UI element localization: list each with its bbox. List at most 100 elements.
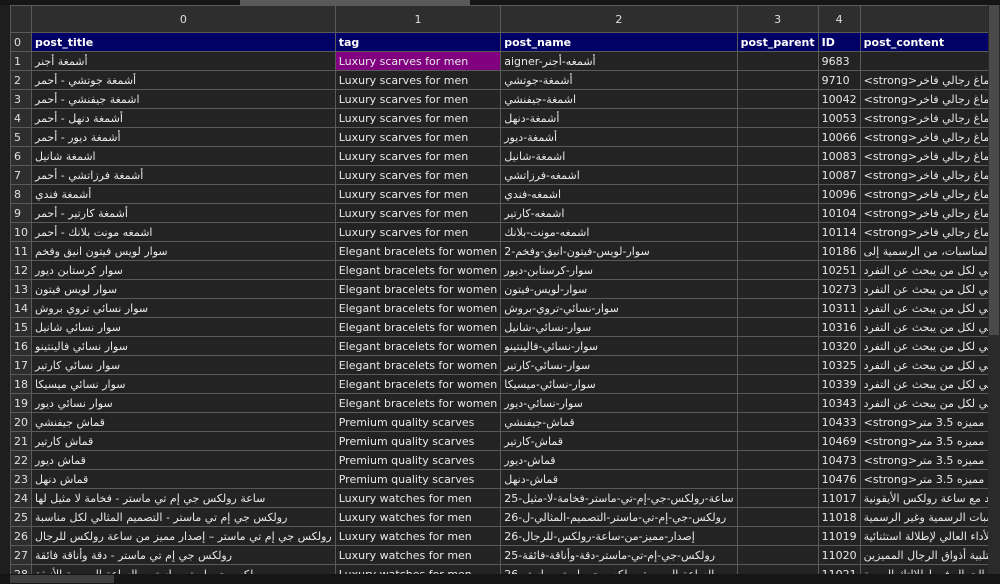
- table-cell[interactable]: 10083: [817, 146, 861, 166]
- row-index[interactable]: 4: [10, 108, 32, 128]
- scrollbar-thumb[interactable]: [10, 575, 114, 583]
- table-cell[interactable]: الخيار المثالي لكل من يبحث عن التفرد: [859, 260, 988, 280]
- table-cell[interactable]: 11018: [817, 507, 861, 527]
- table-cell[interactable]: سوار-نسائي-فالينتينو: [500, 336, 738, 356]
- row-index[interactable]: 19: [10, 393, 32, 413]
- table-cell[interactable]: <strong>شماغ رجالي فاخر</strong>: [859, 222, 988, 242]
- table-cell[interactable]: سوار نسائي كارتير: [31, 355, 336, 375]
- table-cell[interactable]: Elegant bracelets for women: [334, 336, 502, 356]
- table-cell[interactable]: Elegant bracelets for women: [334, 374, 502, 394]
- table-cell[interactable]: رولكس جي إم تي ماستر – إصدار مميز من ساع…: [31, 526, 336, 546]
- table-cell[interactable]: اشمغه مونت بلانك - أحمر: [31, 222, 336, 242]
- corner-cell[interactable]: [10, 5, 32, 33]
- table-cell[interactable]: سوار نسائي تروي بروش: [31, 298, 336, 318]
- table-cell[interactable]: <strong>قطعه قماش مميزه 3.5 متر: [859, 469, 988, 489]
- header-cell-tag[interactable]: tag: [334, 32, 502, 52]
- table-cell[interactable]: <strong>شماغ رجالي فاخر</strong>: [859, 127, 988, 147]
- table-cell[interactable]: 10316: [817, 317, 861, 337]
- table-cell[interactable]: اشمغة-شانيل: [500, 146, 738, 166]
- table-cell[interactable]: <strong>قطعه قماش مميزه 3.5 متر: [859, 450, 988, 470]
- table-cell[interactable]: Luxury scarves for men: [334, 165, 502, 185]
- table-cell[interactable]: أشمغة-دنهل: [500, 108, 738, 128]
- table-cell[interactable]: أشمغة-جوتشي: [500, 70, 738, 90]
- table-cell[interactable]: اشمغه-فندي: [500, 184, 738, 204]
- vertical-scrollbar[interactable]: [988, 5, 1000, 574]
- table-cell[interactable]: سوار لويس فيتون: [31, 279, 336, 299]
- table-cell[interactable]: Elegant bracelets for women: [334, 241, 502, 261]
- table-cell[interactable]: Elegant bracelets for women: [334, 355, 502, 375]
- table-cell[interactable]: الفخامة والأداء العالي لإطلالة استثنائية: [859, 526, 988, 546]
- row-index[interactable]: 20: [10, 412, 32, 432]
- table-cell[interactable]: Luxury scarves for men: [334, 146, 502, 166]
- table-cell[interactable]: أشمغة ديور - أحمر: [31, 127, 336, 147]
- table-cell[interactable]: Elegant bracelets for women: [334, 279, 502, 299]
- row-index[interactable]: 11: [10, 241, 32, 261]
- table-cell[interactable]: <strong>قطعه قماش مميزه 3.5 متر: [859, 412, 988, 432]
- table-cell[interactable]: <strong>شماغ رجالي فاخر</strong>: [859, 70, 988, 90]
- header-cell-post-name[interactable]: post_name: [500, 32, 738, 52]
- table-cell[interactable]: <strong>شماغ رجالي فاخر</strong>: [859, 108, 988, 128]
- table-cell[interactable]: 10066: [817, 127, 861, 147]
- table-cell[interactable]: 11017: [817, 488, 861, 508]
- table-cell[interactable]: [736, 146, 819, 166]
- table-cell[interactable]: Luxury scarves for men: [334, 203, 502, 223]
- table-cell[interactable]: سوار كرستابن ديور: [31, 260, 336, 280]
- table-cell[interactable]: [736, 355, 819, 375]
- table-cell[interactable]: 10251: [817, 260, 861, 280]
- table-cell[interactable]: سوار نسائي ميسيكا: [31, 374, 336, 394]
- table-cell[interactable]: [736, 431, 819, 451]
- column-number[interactable]: 3: [736, 5, 819, 33]
- table-cell[interactable]: 10433: [817, 412, 861, 432]
- table-cell[interactable]: <strong>قطعه قماش مميزه 3.5 متر: [859, 431, 988, 451]
- row-index[interactable]: 12: [10, 260, 32, 280]
- table-cell[interactable]: [736, 317, 819, 337]
- table-cell[interactable]: 10104: [817, 203, 861, 223]
- table-cell[interactable]: قماش ديور: [31, 450, 336, 470]
- table-cell[interactable]: 10114: [817, 222, 861, 242]
- row-index[interactable]: 16: [10, 336, 32, 356]
- table-cell[interactable]: Luxury scarves for men: [334, 70, 502, 90]
- table-cell[interactable]: [736, 374, 819, 394]
- table-cell[interactable]: Luxury scarves for men: [334, 127, 502, 147]
- table-cell[interactable]: Premium quality scarves: [334, 412, 502, 432]
- table-cell[interactable]: 10469: [817, 431, 861, 451]
- table-cell[interactable]: رولكس-جي-إم-تي-ماستر-دقة-وأناقة-فائقة-25: [500, 545, 738, 565]
- table-cell[interactable]: [736, 545, 819, 565]
- table-cell[interactable]: ساعة-رولكس-جي-إم-تي-ماستر-فخامة-لا-مثيل-…: [500, 488, 738, 508]
- row-index[interactable]: 18: [10, 374, 32, 394]
- table-cell[interactable]: سوار نسائي شانيل: [31, 317, 336, 337]
- table-cell[interactable]: أشمغة-ديور: [500, 127, 738, 147]
- table-cell[interactable]: Elegant bracelets for women: [334, 393, 502, 413]
- table-cell[interactable]: رولكس-جي-إم-تي-ماستر-التصميم-المثالي-ل-2…: [500, 507, 738, 527]
- table-cell[interactable]: سوار-لويس-فيتون-انيق-وفخم-2: [500, 241, 738, 261]
- table-cell[interactable]: الخيار المثالي لكل من يبحث عن التفرد: [859, 317, 988, 337]
- row-index[interactable]: 28: [10, 564, 32, 574]
- table-cell[interactable]: [736, 260, 819, 280]
- table-cell[interactable]: قماش-دنهل: [500, 469, 738, 489]
- row-index[interactable]: 15: [10, 317, 32, 337]
- table-cell[interactable]: 10186: [817, 241, 861, 261]
- table-cell[interactable]: اشمغة-جيفنشي: [500, 89, 738, 109]
- table-cell[interactable]: سوار لويس فيتون انيق وفخم: [31, 241, 336, 261]
- row-index[interactable]: 2: [10, 70, 32, 90]
- row-index[interactable]: 27: [10, 545, 32, 565]
- table-cell[interactable]: اشمغه-مونت-بلانك: [500, 222, 738, 242]
- table-cell[interactable]: [859, 51, 988, 71]
- table-cell[interactable]: سوار-نسائي-ميسيكا: [500, 374, 738, 394]
- table-cell[interactable]: 11020: [817, 545, 861, 565]
- table-cell[interactable]: [736, 127, 819, 147]
- table-cell[interactable]: [736, 336, 819, 356]
- table-cell[interactable]: [736, 393, 819, 413]
- row-index[interactable]: 26: [10, 526, 32, 546]
- table-cell[interactable]: [736, 108, 819, 128]
- table-cell[interactable]: وجودة المواد مع ساعة رولكس الأيقونية: [859, 488, 988, 508]
- table-cell[interactable]: مع جميع المناسبات، من الرسمية إلى: [859, 241, 988, 261]
- table-cell[interactable]: <strong>شماغ رجالي فاخر</strong>: [859, 89, 988, 109]
- table-cell[interactable]: الخيار المثالي لكل من يبحث عن التفرد: [859, 336, 988, 356]
- table-cell[interactable]: قماش-ديور: [500, 450, 738, 470]
- table-cell[interactable]: أشمغة فندي: [31, 184, 336, 204]
- row-index[interactable]: 3: [10, 89, 32, 109]
- table-cell[interactable]: 9683: [817, 51, 861, 71]
- table-cell[interactable]: Luxury scarves for men: [334, 184, 502, 204]
- table-cell[interactable]: Luxury watches for men: [334, 564, 502, 574]
